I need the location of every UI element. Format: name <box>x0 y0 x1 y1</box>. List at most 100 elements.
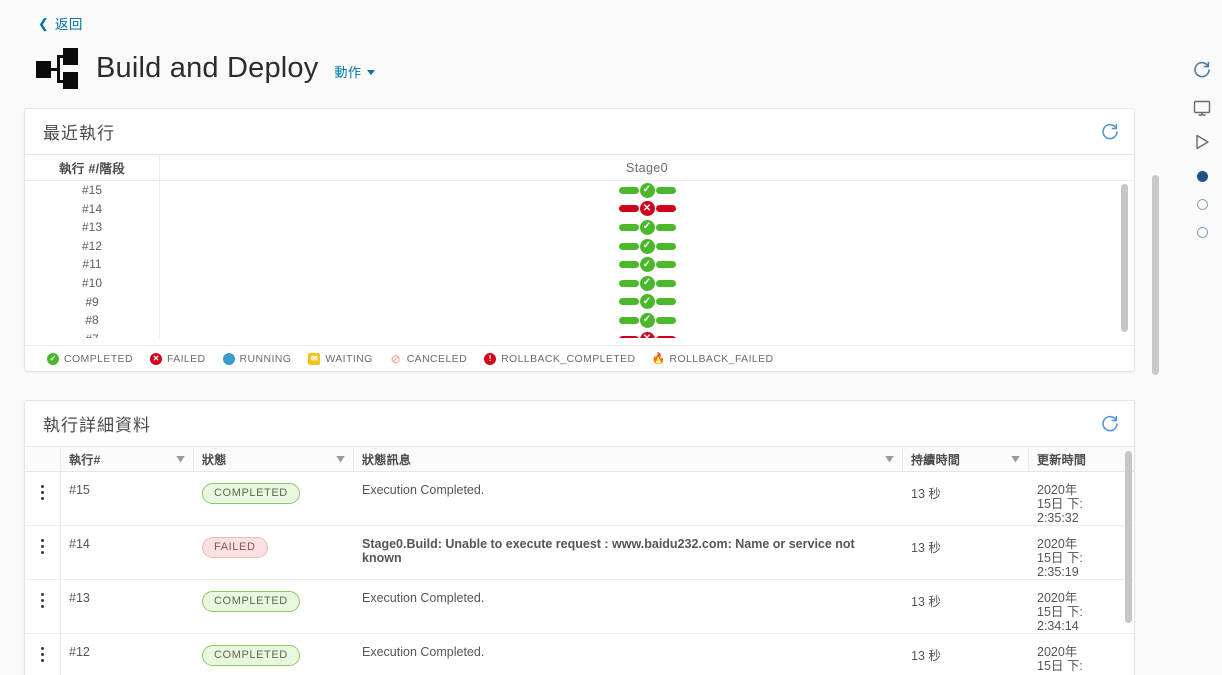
hollow-dot-icon <box>1196 198 1208 210</box>
updated-line: 2020年 <box>1037 645 1078 659</box>
recent-scrollbar[interactable] <box>1121 184 1128 332</box>
legend-label: FAILED <box>166 352 206 365</box>
recent-table-body: #15 ✓ #14 ✕ #13 ✓ #12 ✓ #11 ✓ #10 ✓ #9 ✓ #8 ✓ #7 ✕ <box>25 181 1134 338</box>
rail-step-3[interactable] <box>1192 222 1212 242</box>
check-circle-icon: ✓ <box>639 182 655 198</box>
run-number-cell: #14 <box>69 537 90 551</box>
detail-card-title: 執行詳細資料 <box>43 416 151 436</box>
recent-execution-row[interactable]: #12 ✓ <box>25 236 1134 256</box>
rail-play-button[interactable] <box>1192 132 1212 152</box>
refresh-icon[interactable] <box>1100 122 1120 142</box>
stage-indicator-completed[interactable]: ✓ <box>618 275 676 291</box>
table-row[interactable]: #14 FAILED Stage0.Build: Unable to execute… <box>25 526 1134 580</box>
filter-icon[interactable] <box>885 455 894 463</box>
recent-col-run-label: 執行 #/階段 <box>59 162 125 176</box>
legend-item: ✓ COMPLETED <box>47 352 133 365</box>
stage-bar-left <box>618 261 639 269</box>
app-page: ❮ 返回 Build and Deploy 動作 最近執行 執行 #/階段 St… <box>0 0 1222 675</box>
exclamation-circle-icon: ! <box>484 352 497 365</box>
status-badge: COMPLETED <box>202 591 300 612</box>
updated-line: 15日 下: <box>1037 659 1083 673</box>
recent-execution-row[interactable]: #7 ✕ <box>25 329 1134 338</box>
row-menu-cell <box>25 634 61 675</box>
stage-indicator-completed[interactable]: ✓ <box>618 238 676 254</box>
check-circle-icon: ✓ <box>639 294 655 310</box>
recent-execution-row[interactable]: #8 ✓ <box>25 311 1134 330</box>
duration-cell: 13 秒 <box>911 649 941 663</box>
duration-cell: 13 秒 <box>911 487 941 501</box>
status-cell: COMPLETED <box>194 634 354 675</box>
stage-bar-right <box>655 223 676 231</box>
detail-scrollbar[interactable] <box>1125 451 1132 623</box>
updated-line: 2020年 <box>1037 483 1078 497</box>
no-entry-icon: ⊘ <box>390 351 401 366</box>
legend-item: RUNNING <box>222 352 292 365</box>
recent-stage-cell: ✓ <box>160 238 1134 254</box>
run-number-cell: #12 <box>69 645 90 659</box>
kebab-menu-icon[interactable] <box>41 539 44 554</box>
action-menu-label: 動作 <box>334 64 362 80</box>
recent-execution-row[interactable]: #9 ✓ <box>25 292 1134 312</box>
updated-line: 15日 下: <box>1037 497 1083 511</box>
rail-step-active[interactable] <box>1192 166 1212 186</box>
kebab-menu-icon[interactable] <box>41 485 44 500</box>
recent-stage-cell: ✓ <box>160 182 1134 198</box>
legend-item: ⊘ CANCELED <box>390 351 467 366</box>
table-row[interactable]: #13 COMPLETED Execution Completed. 13 秒 2020… <box>25 580 1134 634</box>
detail-card-header: 執行詳細資料 <box>25 401 1134 447</box>
run-number-cell: #13 <box>69 591 90 605</box>
recent-run-number: #9 <box>25 292 160 312</box>
detail-col-run: 執行# <box>61 447 194 471</box>
x-circle-icon: ✕ <box>639 331 655 338</box>
filter-icon[interactable] <box>336 455 345 463</box>
recent-card-title: 最近執行 <box>43 124 115 144</box>
rail-monitor-button[interactable] <box>1192 98 1212 118</box>
rail-refresh-button[interactable] <box>1192 60 1212 80</box>
row-menu-cell <box>25 526 61 579</box>
kebab-menu-icon[interactable] <box>41 593 44 608</box>
status-badge: COMPLETED <box>202 645 300 666</box>
page-scrollbar[interactable] <box>1152 175 1159 375</box>
stage-indicator-completed[interactable]: ✓ <box>618 312 676 328</box>
stage-indicator-completed[interactable]: ✓ <box>618 182 676 198</box>
status-message-cell: Execution Completed. <box>362 591 485 605</box>
back-link[interactable]: ❮ 返回 <box>38 13 83 33</box>
stage-indicator-completed[interactable]: ✓ <box>618 257 676 273</box>
recent-execution-row[interactable]: #10 ✓ <box>25 273 1134 293</box>
refresh-icon <box>1194 61 1210 78</box>
recent-stage-cell: ✓ <box>160 275 1134 291</box>
chevron-down-icon <box>367 69 376 75</box>
status-cell: COMPLETED <box>194 580 354 633</box>
detail-col-message-label: 狀態訊息 <box>362 452 412 467</box>
stage-indicator-failed[interactable]: ✕ <box>618 331 676 338</box>
stage-bar-left <box>618 186 639 194</box>
action-menu-button[interactable]: 動作 <box>334 62 376 81</box>
refresh-icon[interactable] <box>1100 414 1120 434</box>
check-circle-icon: ✓ <box>639 238 655 254</box>
stage-indicator-completed[interactable]: ✓ <box>618 294 676 310</box>
check-circle-icon: ✓ <box>639 219 655 235</box>
stage-bar-right <box>655 205 676 213</box>
updated-time-cell: 2020年 15日 下: 2:35:32 <box>1029 472 1129 525</box>
filter-icon[interactable] <box>1011 455 1020 463</box>
table-row[interactable]: #15 COMPLETED Execution Completed. 13 秒 2020… <box>25 472 1134 526</box>
filled-dot-icon <box>1196 170 1208 182</box>
filled-circle-icon <box>222 352 235 365</box>
stage-bar-right <box>655 298 676 306</box>
detail-col-run-label: 執行# <box>69 452 101 467</box>
table-row[interactable]: #12 COMPLETED Execution Completed. 13 秒 2020… <box>25 634 1134 675</box>
recent-execution-row[interactable]: #14 ✕ <box>25 199 1134 219</box>
kebab-menu-icon[interactable] <box>41 647 44 662</box>
recent-execution-row[interactable]: #15 ✓ <box>25 181 1134 200</box>
chevron-left-icon: ❮ <box>38 15 49 31</box>
recent-execution-row[interactable]: #13 ✓ <box>25 218 1134 237</box>
stage-bar-right <box>655 316 676 324</box>
stage-indicator-completed[interactable]: ✓ <box>618 219 676 235</box>
updated-line: 2020年 <box>1037 591 1078 605</box>
recent-stage-cell: ✓ <box>160 219 1134 235</box>
filter-icon[interactable] <box>176 455 185 463</box>
rail-step-2[interactable] <box>1192 194 1212 214</box>
stage-indicator-failed[interactable]: ✕ <box>618 201 676 217</box>
recent-col-run: 執行 #/階段 <box>25 155 160 180</box>
recent-execution-row[interactable]: #11 ✓ <box>25 255 1134 274</box>
